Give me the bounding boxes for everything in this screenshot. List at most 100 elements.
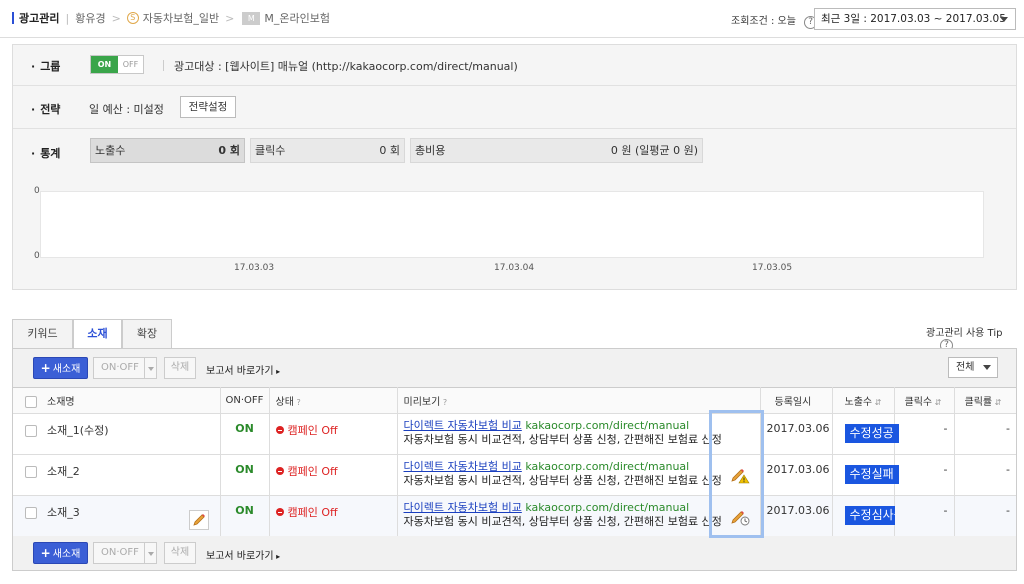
row-onoff[interactable]: ON (219, 454, 270, 496)
toggle-off: OFF (122, 60, 139, 69)
table-row[interactable]: 소재_3 ON 캠페인 Off 다이렉트 자동차보험 비교 kakaocorp.… (13, 495, 1016, 537)
report-link[interactable]: 보고서 바로가기 (206, 362, 280, 377)
stat-clicks[interactable]: 클릭수 0 회 (250, 138, 405, 163)
pencil-icon[interactable] (189, 510, 209, 530)
preview-title-link[interactable]: 다이렉트 자동차보험 비교 (404, 460, 522, 473)
status-off-icon (275, 426, 284, 434)
bottom-toolbar: + 새소재 ON·OFF 삭제 보고서 바로가기 (13, 536, 1016, 570)
row-date: 2017.03.06 (759, 454, 833, 496)
row-clicks: - (893, 495, 955, 537)
daily-budget: 일 예산 : 미설정 (89, 103, 164, 116)
preview-description: 자동차보험 동시 비교견적, 상담부터 상품 신청, 간편해진 보험료 산정 (403, 515, 722, 528)
tab-extension[interactable]: 확장 (122, 319, 172, 349)
header-divider (0, 37, 1024, 38)
pencil-warning-icon[interactable] (729, 465, 751, 485)
onoff-label: ON·OFF (101, 547, 139, 558)
creative-table: 소재명 ON·OFF 상태 ? 미리보기 ? 등록일시 노출수 ⇵ 클릭수 ⇵ … (13, 387, 1016, 537)
pencil-pending-icon[interactable] (729, 507, 751, 527)
delete-button[interactable]: 삭제 (164, 542, 196, 564)
usage-tip-label: 광고관리 사용 Tip (926, 328, 1003, 339)
row-checkbox[interactable] (25, 425, 37, 437)
row-impressions: 수정성공 (831, 413, 899, 455)
col-name-label: 소재명 (47, 397, 75, 408)
delete-button[interactable]: 삭제 (164, 357, 196, 379)
stat-impressions-value: 0 회 (218, 144, 240, 157)
stats-chart-svg (249, 255, 766, 257)
col-clicks[interactable]: 클릭수 ⇵ (893, 387, 955, 414)
new-creative-label: 새소재 (52, 549, 81, 560)
col-ctr[interactable]: 클릭률 ⇵ (953, 387, 1016, 414)
status-off-icon (275, 508, 284, 516)
stat-cost-value: 0 원 (일평균 0 원) (610, 144, 698, 157)
breadcrumb-separator: | (65, 11, 70, 25)
select-all-checkbox[interactable] (25, 396, 37, 408)
preview-title-link[interactable]: 다이렉트 자동차보험 비교 (404, 501, 522, 514)
row-onoff[interactable]: ON (219, 495, 270, 537)
row-status-label: 캠페인 Off (287, 424, 338, 437)
breadcrumb: 광고관리 | 황유경 > S 자동차보험_일반 > M M_온라인보험 (12, 9, 330, 27)
creative-name[interactable]: 소재_3 (47, 506, 80, 519)
mobile-tag-icon: M (242, 11, 261, 25)
row-ctr: - (953, 413, 1016, 455)
new-creative-button[interactable]: + 새소재 (33, 357, 88, 379)
report-link[interactable]: 보고서 바로가기 (206, 547, 280, 562)
y-tick-bottom: 0 (34, 251, 40, 261)
group-info-panel: 그룹 ON OFF 광고대상 : [웹사이트] 매뉴얼 (http://kaka… (12, 44, 1017, 290)
help-icon[interactable]: ? (440, 398, 447, 407)
stat-cost-label: 총비용 (415, 144, 446, 157)
row-date: 2017.03.06 (759, 413, 833, 455)
preview-description: 자동차보험 동시 비교견적, 상담부터 상품 신청, 간편해진 보험료 산정 (403, 433, 722, 446)
col-status: 상태 ? (268, 387, 398, 414)
table-row[interactable]: 소재_2 ON 캠페인 Off 다이렉트 자동차보험 비교 kakaocorp.… (13, 454, 1016, 496)
col-registered: 등록일시 (759, 387, 833, 414)
col-name: 소재명 (13, 387, 221, 414)
breadcrumb-item-account[interactable]: 황유경 (75, 10, 105, 26)
onoff-button[interactable]: ON·OFF (93, 357, 157, 379)
date-range-value: 최근 3일 : 2017.03.03 ~ 2017.03.05 (821, 13, 1006, 25)
query-condition-label: 조회조건 : 오늘 (731, 16, 796, 27)
chevron-right-icon: > (225, 11, 235, 25)
edit-status-tag: 수정성공 (844, 424, 899, 443)
row-checkbox[interactable] (25, 466, 37, 478)
preview-title-link[interactable]: 다이렉트 자동차보험 비교 (404, 419, 522, 432)
row-preview: 다이렉트 자동차보험 비교 kakaocorp.com/direct/manua… (396, 454, 761, 496)
row-name-cell: 소재_1(수정) (13, 413, 221, 455)
onoff-button[interactable]: ON·OFF (93, 542, 157, 564)
sort-icon[interactable]: ⇵ (872, 398, 882, 407)
breadcrumb-item-campaign[interactable]: 자동차보험_일반 (143, 10, 219, 26)
ad-target: 광고대상 : [웹사이트] 매뉴얼 (http://kakaocorp.com/… (174, 60, 518, 73)
row-impressions: 수정실패 (831, 454, 899, 496)
tab-keyword[interactable]: 키워드 (12, 319, 73, 349)
stat-impressions[interactable]: 노출수 0 회 (90, 138, 245, 163)
sort-icon[interactable]: ⇵ (932, 398, 942, 407)
help-icon[interactable]: ? (294, 398, 300, 407)
row-preview: 다이렉트 자동차보험 비교 kakaocorp.com/direct/manua… (396, 413, 761, 455)
plus-icon: + (40, 546, 51, 560)
date-range-select[interactable]: 최근 3일 : 2017.03.03 ~ 2017.03.05 (814, 8, 1016, 30)
table-header-row: 소재명 ON·OFF 상태 ? 미리보기 ? 등록일시 노출수 ⇵ 클릭수 ⇵ … (13, 387, 1016, 414)
group-row: 그룹 ON OFF 광고대상 : [웹사이트] 매뉴얼 (http://kaka… (13, 45, 1016, 86)
breadcrumb-root[interactable]: 광고관리 (19, 10, 59, 26)
sort-icon[interactable]: ⇵ (992, 398, 1002, 407)
row-impressions: 수정심사중 (831, 495, 910, 537)
row-status-label: 캠페인 Off (287, 506, 338, 519)
strategy-label: 전략 (31, 101, 60, 117)
breadcrumb-item-group[interactable]: M_온라인보험 (264, 10, 330, 26)
stat-cost[interactable]: 총비용 0 원 (일평균 0 원) (410, 138, 703, 163)
creative-name[interactable]: 소재_1(수정) (47, 424, 109, 437)
row-name-cell: 소재_3 (13, 495, 221, 537)
row-status: 캠페인 Off (268, 413, 398, 455)
toggle-on: ON (91, 56, 118, 73)
tab-creative[interactable]: 소재 (73, 319, 122, 350)
new-creative-button[interactable]: + 새소재 (33, 542, 88, 564)
row-checkbox[interactable] (25, 507, 37, 519)
row-preview: 다이렉트 자동차보험 비교 kakaocorp.com/direct/manua… (396, 495, 761, 537)
filter-select[interactable]: 전체 (948, 357, 998, 378)
table-row[interactable]: 소재_1(수정) ON 캠페인 Off 다이렉트 자동차보험 비교 kakaoc… (13, 413, 1016, 455)
row-onoff[interactable]: ON (219, 413, 270, 455)
creative-name[interactable]: 소재_2 (47, 465, 80, 478)
strategy-settings-button[interactable]: 전략설정 (180, 96, 236, 118)
col-impressions[interactable]: 노출수 ⇵ (831, 387, 895, 414)
query-condition: 조회조건 : 오늘 ? (731, 12, 818, 29)
group-onoff-toggle[interactable]: ON OFF (90, 55, 144, 74)
